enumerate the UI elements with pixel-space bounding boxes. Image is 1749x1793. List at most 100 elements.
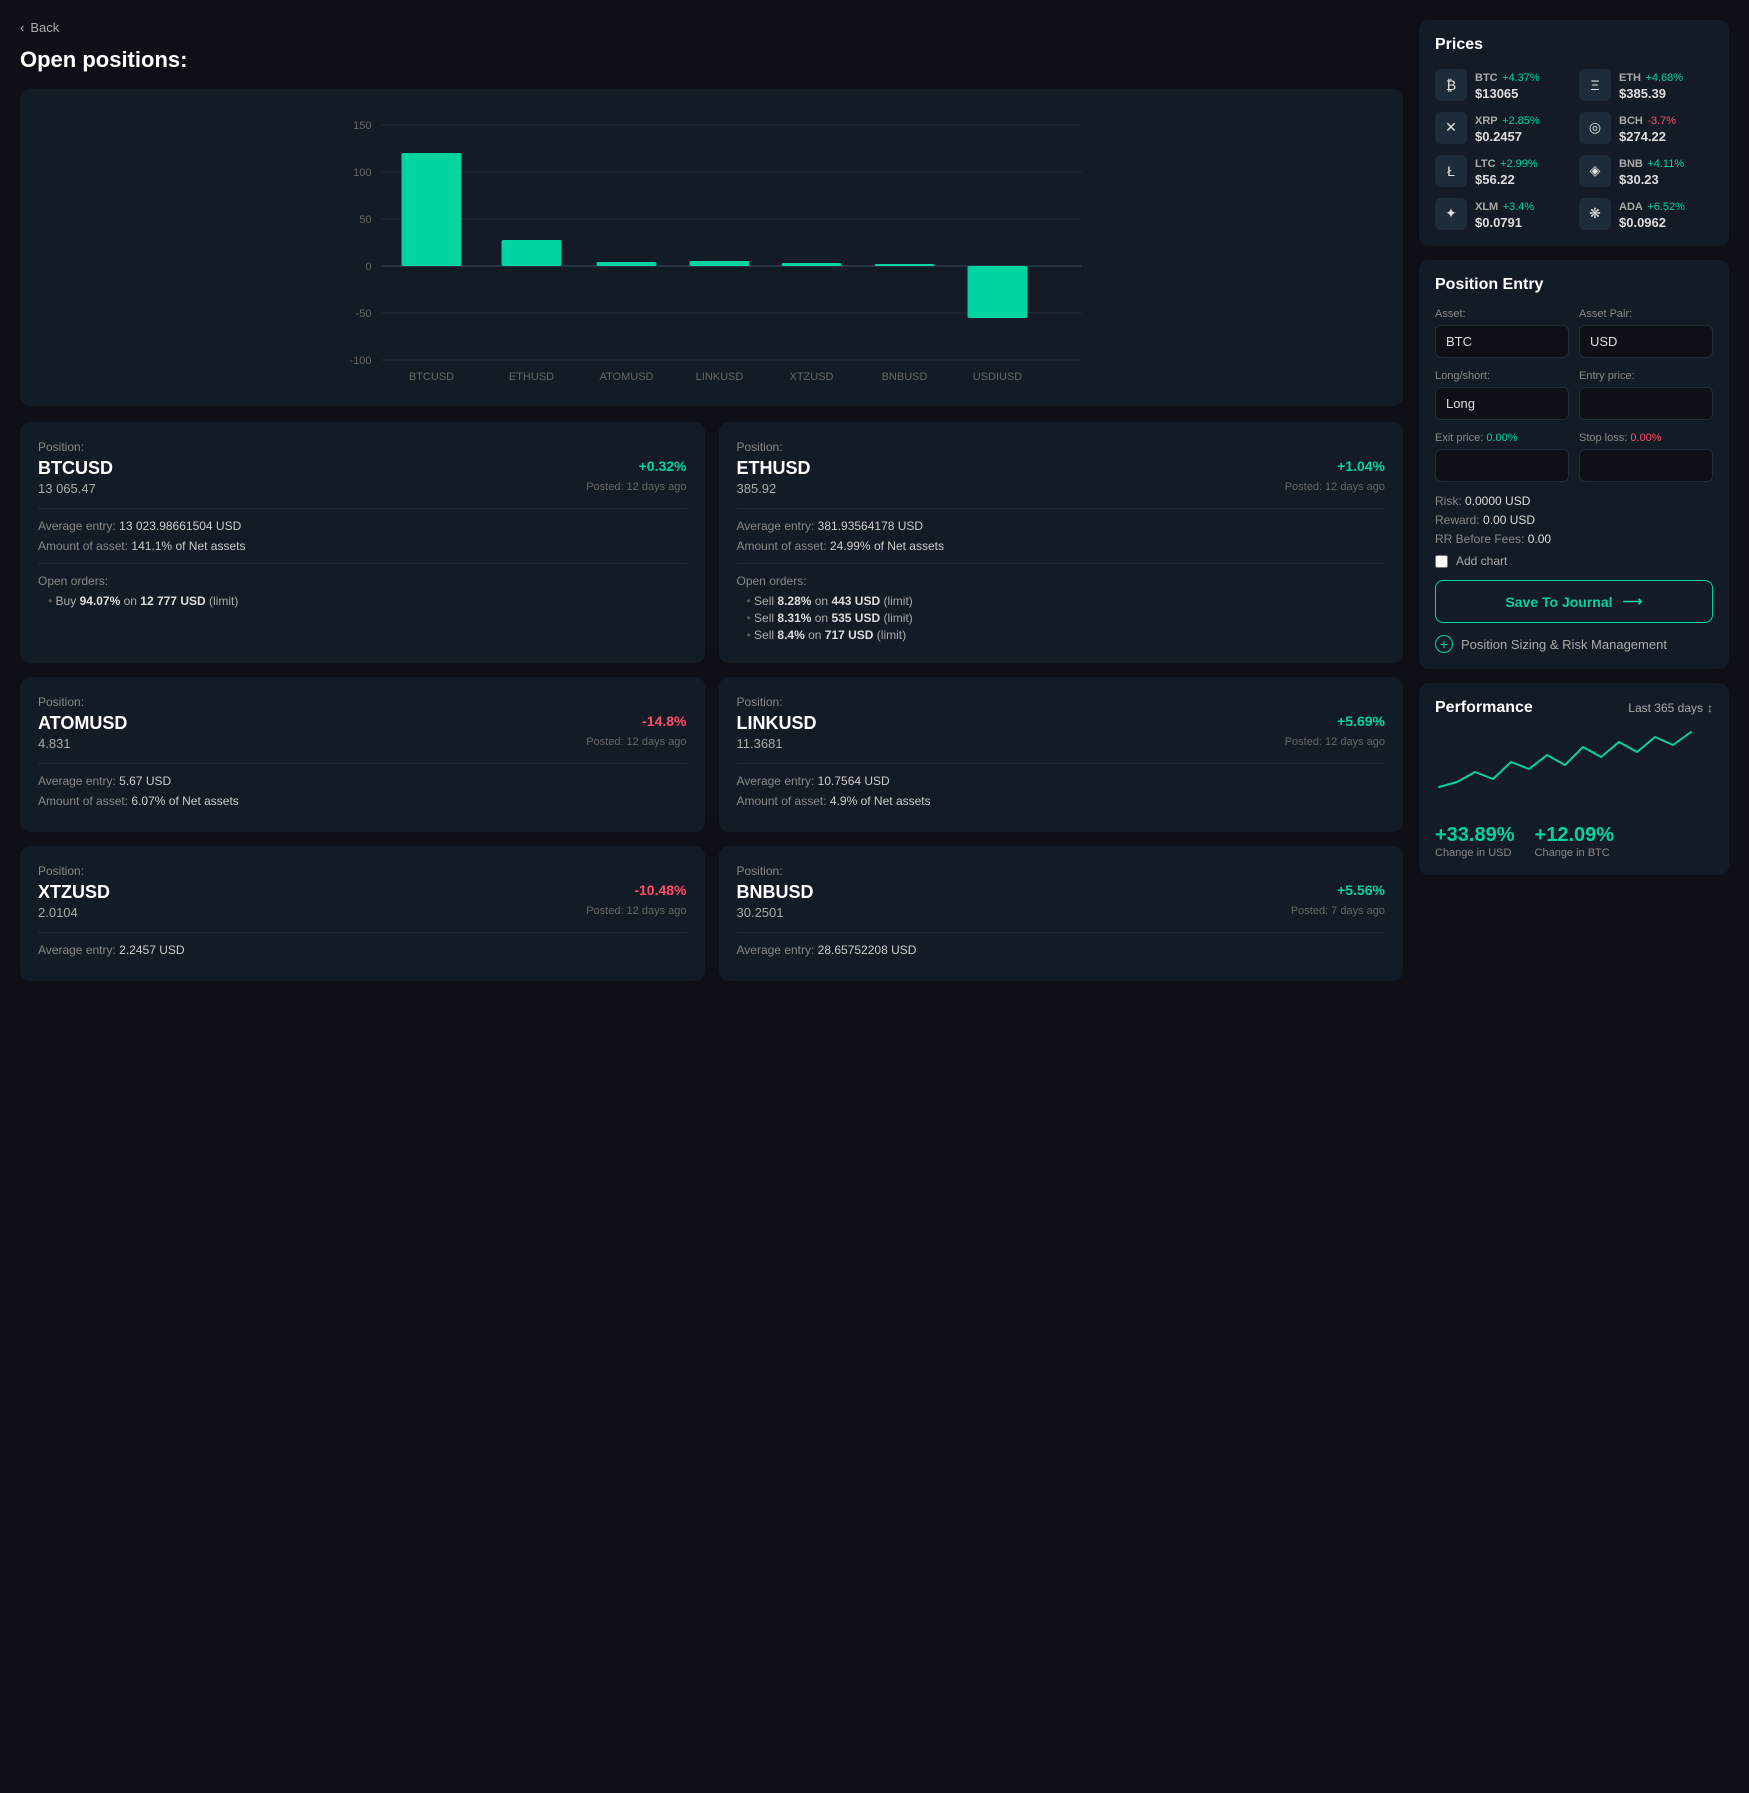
pos-order-1-2: Sell 8.4% on 717 USD (limit)	[737, 628, 1386, 642]
perf-change-usd-label: Change in USD	[1435, 847, 1515, 859]
prices-title: Prices	[1435, 36, 1713, 54]
page-title: Open positions:	[20, 47, 1403, 73]
bch-value: $274.22	[1619, 129, 1676, 144]
pos-order-1-0: Sell 8.28% on 443 USD (limit)	[737, 594, 1386, 608]
price-item-ltc[interactable]: Ł LTC +2.99% $56.22	[1435, 154, 1569, 187]
pos-avg-entry-5: Average entry: 28.65752208 USD	[737, 943, 1386, 957]
svg-text:150: 150	[353, 120, 371, 132]
pos-name-1: ETHUSD	[737, 458, 811, 479]
ltc-change: +2.99%	[1500, 158, 1538, 170]
perf-change-btc: +12.09%	[1535, 824, 1615, 847]
bch-icon: ◎	[1579, 112, 1611, 144]
price-item-xlm[interactable]: ✦ XLM +3.4% $0.0791	[1435, 197, 1569, 230]
svg-text:-100: -100	[349, 355, 371, 367]
position-card-linkusd: Position: LINKUSD +5.69% 11.3681 Posted:…	[719, 677, 1404, 832]
xlm-value: $0.0791	[1475, 215, 1534, 230]
pos-label-4: Position:	[38, 864, 687, 878]
pos-change-2: -14.8%	[642, 713, 686, 729]
performance-card: Performance Last 365 days ↕ +33.89% Chan…	[1419, 683, 1729, 875]
chevron-down-icon: ↕	[1707, 701, 1713, 715]
performance-header: Performance Last 365 days ↕	[1435, 699, 1713, 717]
pos-name-5: BNBUSD	[737, 882, 814, 903]
pos-avg-entry-1: Average entry: 381.93564178 USD	[737, 519, 1386, 533]
sizing-plus-icon: +	[1435, 635, 1453, 653]
pos-price-2: 4.831	[38, 736, 71, 751]
asset-input[interactable]	[1435, 325, 1569, 358]
performance-stats: +33.89% Change in USD +12.09% Change in …	[1435, 824, 1713, 859]
perf-change-btc-label: Change in BTC	[1535, 847, 1615, 859]
position-entry-card: Position Entry Asset: Asset Pair: Long/s…	[1419, 260, 1729, 669]
pos-price-4: 2.0104	[38, 905, 78, 920]
ltc-icon: Ł	[1435, 155, 1467, 187]
rr-row: RR Before Fees: 0.00	[1435, 532, 1713, 546]
pos-label-3: Position:	[737, 695, 1386, 709]
pos-posted-4: Posted: 12 days ago	[586, 905, 686, 922]
svg-text:LINKUSD: LINKUSD	[696, 371, 744, 383]
save-to-journal-button[interactable]: Save To Journal ⟶	[1435, 580, 1713, 623]
risk-value: 0.0000 USD	[1465, 494, 1530, 508]
price-item-bch[interactable]: ◎ BCH -3.7% $274.22	[1579, 111, 1713, 144]
pos-amount-2: Amount of asset: 6.07% of Net assets	[38, 794, 687, 808]
entry-price-input[interactable]	[1579, 387, 1713, 420]
btc-change: +4.37%	[1502, 72, 1540, 84]
prices-grid: ₿ BTC +4.37% $13065 Ξ ETH +4.68	[1435, 68, 1713, 230]
pos-change-1: +1.04%	[1337, 458, 1385, 474]
back-arrow-icon: ‹	[20, 20, 24, 35]
long-short-input[interactable]	[1435, 387, 1569, 420]
exit-price-field-group: Exit price: 0.00%	[1435, 432, 1569, 482]
risk-row: Risk: 0.0000 USD	[1435, 494, 1713, 508]
stop-loss-label: Stop loss: 0.00%	[1579, 432, 1713, 444]
bnb-icon: ◈	[1579, 155, 1611, 187]
position-card-atomusd: Position: ATOMUSD -14.8% 4.831 Posted: 1…	[20, 677, 705, 832]
price-item-bnb[interactable]: ◈ BNB +4.11% $30.23	[1579, 154, 1713, 187]
pos-change-4: -10.48%	[634, 882, 686, 898]
price-item-btc[interactable]: ₿ BTC +4.37% $13065	[1435, 68, 1569, 101]
perf-stat-usd: +33.89% Change in USD	[1435, 824, 1515, 859]
stop-loss-input[interactable]	[1579, 449, 1713, 482]
positions-grid: Position: BTCUSD +0.32% 13 065.47 Posted…	[20, 422, 1403, 981]
back-label: Back	[30, 20, 59, 35]
pos-price-1: 385.92	[737, 481, 777, 496]
pos-posted-2: Posted: 12 days ago	[586, 736, 686, 753]
perf-stat-btc: +12.09% Change in BTC	[1535, 824, 1615, 859]
asset-pair-input[interactable]	[1579, 325, 1713, 358]
pos-posted-3: Posted: 12 days ago	[1285, 736, 1385, 753]
prices-card: Prices ₿ BTC +4.37% $13065 Ξ	[1419, 20, 1729, 246]
pos-change-5: +5.56%	[1337, 882, 1385, 898]
pos-posted-5: Posted: 7 days ago	[1291, 905, 1385, 922]
reward-row: Reward: 0.00 USD	[1435, 513, 1713, 527]
pos-name-3: LINKUSD	[737, 713, 817, 734]
pos-orders-title-1: Open orders:	[737, 574, 1386, 588]
pos-name-2: ATOMUSD	[38, 713, 127, 734]
add-chart-row[interactable]: Add chart	[1435, 554, 1713, 568]
xrp-icon: ✕	[1435, 112, 1467, 144]
svg-text:ETHUSD: ETHUSD	[509, 371, 554, 383]
pos-label-2: Position:	[38, 695, 687, 709]
btc-value: $13065	[1475, 86, 1540, 101]
price-item-ada[interactable]: ❋ ADA +6.52% $0.0962	[1579, 197, 1713, 230]
asset-field-group: Asset:	[1435, 308, 1569, 358]
position-card-bnbusd: Position: BNBUSD +5.56% 30.2501 Posted: …	[719, 846, 1404, 981]
btc-icon: ₿	[1435, 69, 1467, 101]
exit-price-label: Exit price: 0.00%	[1435, 432, 1569, 444]
stop-loss-field-group: Stop loss: 0.00%	[1579, 432, 1713, 482]
pos-name-0: BTCUSD	[38, 458, 113, 479]
price-item-eth[interactable]: Ξ ETH +4.68% $385.39	[1579, 68, 1713, 101]
ltc-value: $56.22	[1475, 172, 1538, 187]
asset-label: Asset:	[1435, 308, 1569, 320]
position-entry-title: Position Entry	[1435, 276, 1713, 294]
add-chart-checkbox[interactable]	[1435, 555, 1448, 568]
open-positions-chart: 150 100 50 0 -50 -100	[20, 89, 1403, 406]
svg-text:USDIUSD: USDIUSD	[973, 371, 1023, 383]
pos-amount-3: Amount of asset: 4.9% of Net assets	[737, 794, 1386, 808]
bnb-change: +4.11%	[1647, 158, 1684, 170]
ada-value: $0.0962	[1619, 215, 1685, 230]
back-button[interactable]: ‹ Back	[20, 20, 1403, 35]
exit-price-input[interactable]	[1435, 449, 1569, 482]
performance-period[interactable]: Last 365 days ↕	[1628, 701, 1713, 715]
pos-amount-1: Amount of asset: 24.99% of Net assets	[737, 539, 1386, 553]
svg-text:ATOMUSD: ATOMUSD	[600, 371, 654, 383]
eth-value: $385.39	[1619, 86, 1683, 101]
sizing-row[interactable]: + Position Sizing & Risk Management	[1435, 635, 1713, 653]
price-item-xrp[interactable]: ✕ XRP +2.85% $0.2457	[1435, 111, 1569, 144]
